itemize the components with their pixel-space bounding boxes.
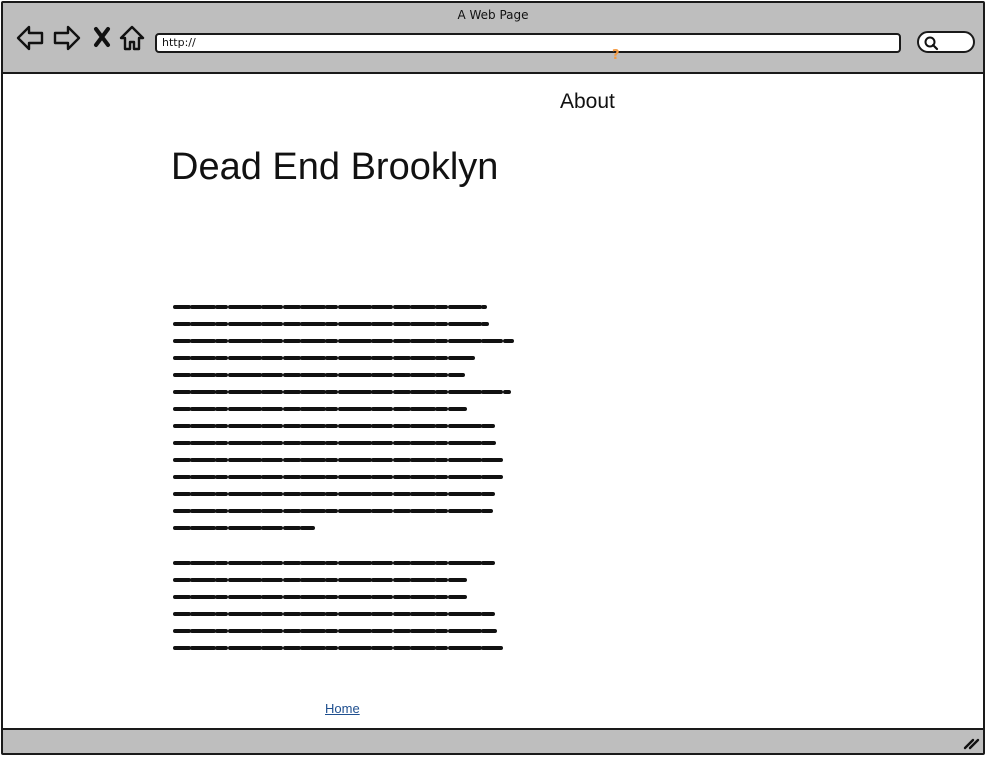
browser-toolbar: A Web Page http:// ? xyxy=(3,3,983,74)
resize-grip-icon[interactable] xyxy=(962,736,980,750)
page-content: About Dead End Brooklyn Home xyxy=(3,74,983,732)
forward-arrow-icon[interactable] xyxy=(52,23,82,53)
help-mark: ? xyxy=(612,48,620,63)
search-icon xyxy=(924,36,939,51)
close-icon[interactable] xyxy=(89,23,119,53)
window-title: A Web Page xyxy=(457,8,529,22)
page-title: Dead End Brooklyn xyxy=(171,146,499,188)
status-bar xyxy=(3,728,983,753)
home-icon[interactable] xyxy=(117,23,147,53)
back-arrow-icon[interactable] xyxy=(15,23,45,53)
about-link[interactable]: About xyxy=(560,90,615,114)
search-field[interactable] xyxy=(917,31,975,53)
scribble-paragraph-2 xyxy=(173,561,505,650)
url-text: http:// xyxy=(162,36,196,49)
home-link[interactable]: Home xyxy=(325,701,360,716)
address-bar[interactable]: http:// xyxy=(155,33,901,53)
scribble-paragraph-1 xyxy=(173,305,514,530)
browser-window: A Web Page http:// ? About Dead End Broo… xyxy=(1,1,985,755)
